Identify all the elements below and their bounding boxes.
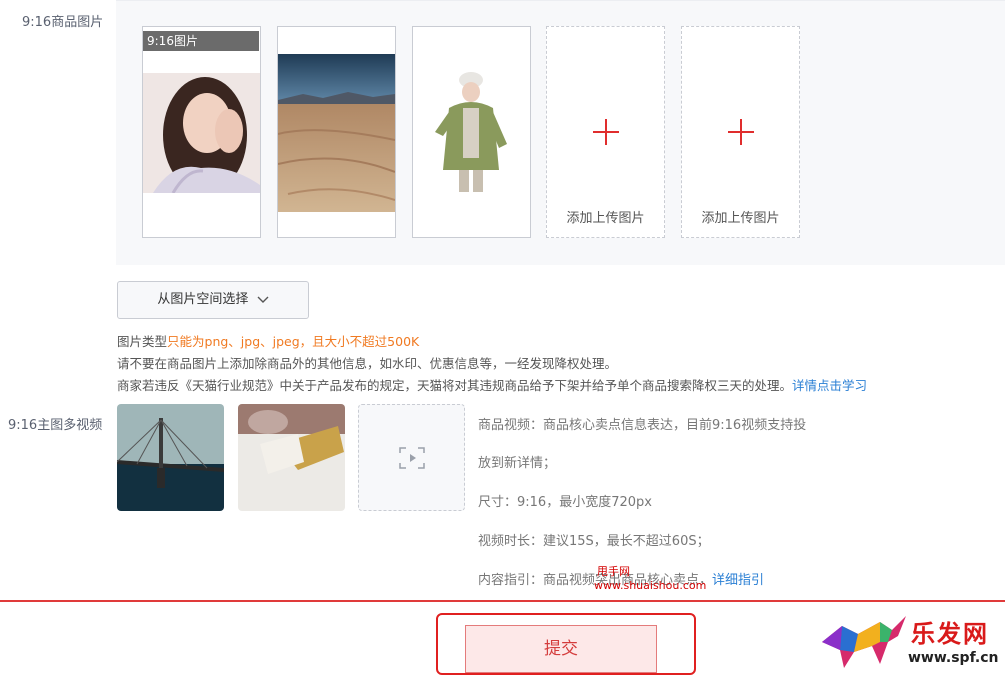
detailed-guide-link[interactable]: 详细指引 [712, 573, 764, 588]
video-thumb-gift[interactable] [238, 404, 345, 511]
ratio-tag: 9:16图片 [143, 31, 259, 51]
logo-url: www.spf.cn [908, 650, 999, 666]
policy-note: 商家若违反《天猫行业规范》中关于产品发布的规定，天猫将对其违规商品给予下架并给予… [117, 375, 867, 394]
image-slot-jacket[interactable] [412, 26, 531, 238]
add-image-label: 添加上传图片 [701, 211, 780, 226]
portrait-photo [143, 73, 260, 193]
add-image-slot-1[interactable]: 添加上传图片 [546, 26, 665, 238]
section-divider [0, 600, 1005, 602]
bridge-video-frame [117, 404, 224, 511]
image-type-prefix: 图片类型 [117, 334, 168, 349]
video-section-label: 9:16主图多视频 [8, 418, 103, 433]
watermark-site: 甩手网 [597, 565, 630, 578]
add-video-slot[interactable] [358, 404, 465, 511]
video-duration-info: 视频时长：建议15S，最长不超过60S； [478, 534, 710, 549]
chevron-down-icon [257, 296, 269, 303]
image-slot-desert[interactable] [277, 26, 396, 238]
submit-button[interactable]: 提交 [465, 625, 657, 673]
video-info-line-2: 放到新详情； [478, 456, 557, 471]
desert-photo [278, 54, 395, 212]
plus-icon [592, 119, 619, 145]
select-from-image-space-button[interactable]: 从图片空间选择 [117, 281, 309, 319]
image-section-label: 9:16商品图片 [22, 15, 104, 30]
policy-text: 商家若违反《天猫行业规范》中关于产品发布的规定，天猫将对其违规商品给予下架并给予… [117, 378, 793, 393]
image-type-note: 图片类型只能为png、jpg、jpeg，且大小不超过500K [117, 331, 419, 350]
watermark-note: 请不要在商品图片上添加除商品外的其他信息，如水印、优惠信息等，一经发现降权处理。 [117, 356, 618, 371]
video-thumb-bridge[interactable] [117, 404, 224, 511]
watermark-url: www.shuaishou.com [594, 579, 707, 592]
plus-icon [727, 119, 754, 145]
learn-more-link[interactable]: 详情点击学习 [792, 378, 867, 393]
bull-logo-icon [822, 616, 906, 668]
select-button-label: 从图片空间选择 [157, 292, 249, 307]
add-image-slot-2[interactable]: 添加上传图片 [681, 26, 800, 238]
image-slot-portrait[interactable]: 9:16图片 [142, 26, 261, 238]
jacket-photo [413, 72, 530, 192]
add-image-label: 添加上传图片 [566, 211, 645, 226]
logo-text: 乐发网 [911, 619, 989, 648]
video-info-line-1: 商品视频：商品核心卖点信息表达，目前9:16视频支持投 [478, 418, 807, 433]
video-size-info: 尺寸：9:16，最小宽度720px [478, 495, 652, 510]
image-type-warning: 只能为png、jpg、jpeg，且大小不超过500K [167, 334, 420, 349]
video-frame-icon [399, 447, 425, 469]
gift-video-frame [238, 404, 345, 511]
